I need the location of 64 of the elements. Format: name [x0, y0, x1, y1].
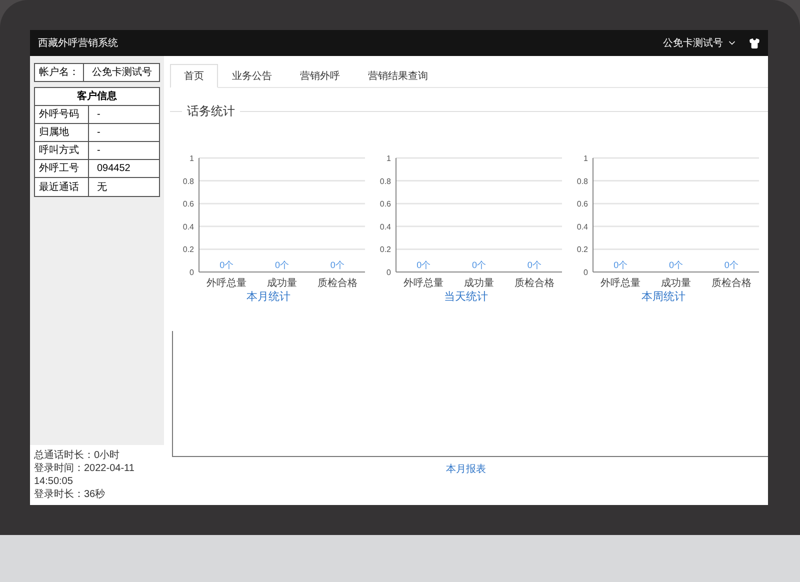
category-label: 质检合格 [514, 278, 554, 289]
y-tick-label: 1 [189, 154, 194, 163]
table-cell: 归属地 [35, 124, 89, 141]
table-cell-text: - [96, 144, 102, 158]
tab[interactable]: 业务公告 [218, 64, 286, 88]
tab[interactable]: 营销结果查询 [354, 64, 442, 88]
chart-title: 当天统计 [444, 292, 488, 303]
chart-title: 本周统计 [641, 292, 686, 303]
y-tick-label: 0.6 [577, 200, 588, 209]
table-cell-text: 无 [96, 180, 108, 194]
session-info-text: 总通话时长：0小时 [34, 449, 121, 462]
value-label: 0个 [527, 260, 542, 270]
app-title: 西藏外呼营销系统 [38, 36, 118, 50]
y-tick-label: 0 [584, 268, 588, 277]
y-tick-label: 0.6 [380, 200, 391, 209]
report-title: 本月报表 [446, 462, 486, 477]
shirt-icon[interactable] [749, 38, 760, 48]
tab[interactable]: 首页 [170, 64, 218, 88]
session-info-text: 登录时长：36秒 [34, 488, 106, 501]
y-tick-label: 0.4 [577, 222, 588, 232]
category-label: 质检合格 [712, 278, 752, 289]
y-tick-label: 0.8 [182, 176, 194, 186]
table-cell: 外呼号码 [35, 106, 89, 123]
y-tick-label: 1 [584, 154, 588, 163]
y-tick-label: 0.2 [577, 245, 588, 254]
chart-title: 本月统计 [246, 292, 291, 303]
y-tick-label: 0 [189, 268, 194, 277]
y-tick-label: 0.2 [182, 245, 194, 254]
category-label: 外呼总量 [206, 278, 246, 289]
category-label: 外呼总量 [601, 278, 641, 289]
y-tick-label: 0.8 [380, 176, 391, 186]
value-label: 0个 [416, 260, 431, 270]
session-info-text: 登录时间：2022-04-11 14:50:05 [34, 462, 136, 488]
value-label: 0个 [472, 260, 486, 270]
table-cell: 最近通话 [35, 178, 89, 196]
y-tick-label: 0.2 [380, 245, 391, 254]
category-label: 外呼总量 [404, 278, 444, 289]
value-label: 0个 [330, 260, 344, 270]
y-tick-label: 0 [386, 268, 391, 277]
value-label: 0个 [274, 260, 289, 270]
value-label: 0个 [724, 260, 739, 270]
value-label: 0个 [669, 260, 684, 270]
section-title: 话务统计 [186, 103, 236, 120]
value-label: 0个 [219, 260, 234, 270]
y-tick-label: 0.4 [380, 222, 391, 232]
table-cell: 呼叫方式 [35, 142, 89, 159]
user-menu[interactable]: 公免卡测试号 [663, 36, 737, 50]
y-tick-label: 0.4 [182, 222, 194, 232]
value-label: 0个 [614, 260, 628, 270]
table-cell-text: - [96, 126, 102, 140]
category-label: 成功量 [464, 278, 494, 289]
account-value: 公免卡测试号 [91, 66, 153, 80]
category-label: 成功量 [661, 278, 692, 289]
y-tick-label: 1 [386, 154, 391, 163]
tab[interactable]: 营销外呼 [286, 64, 354, 88]
table-cell-text: 094452 [96, 162, 132, 176]
category-label: 成功量 [266, 278, 297, 289]
y-tick-label: 0.6 [182, 200, 194, 209]
category-label: 质检合格 [317, 278, 357, 289]
account-label: 帐户名： [35, 64, 84, 81]
table-cell: 外呼工号 [35, 160, 89, 177]
table-header: 客户信息 [35, 88, 159, 106]
y-tick-label: 0.8 [577, 176, 588, 186]
table-cell-text: - [96, 108, 102, 122]
